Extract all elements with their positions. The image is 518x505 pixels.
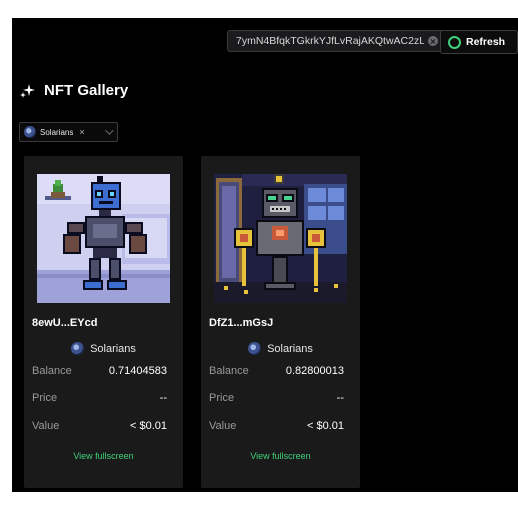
collection-name: Solarians	[90, 342, 136, 355]
balance-value: 0.82800013	[285, 365, 344, 377]
collection-name: Solarians	[267, 342, 313, 355]
refresh-button[interactable]: Refresh	[440, 30, 518, 54]
value-amount: < $0.01	[306, 420, 344, 432]
sparkle-icon	[20, 83, 36, 99]
price-label: Price	[32, 392, 58, 404]
page-title: NFT Gallery	[44, 82, 129, 99]
refresh-label: Refresh	[466, 36, 506, 48]
value-row: Value < $0.01	[32, 420, 167, 432]
app-window: Refresh NFT Gallery Solarians ×	[12, 18, 518, 492]
price-value: --	[159, 392, 167, 404]
balance-row: Balance 0.82800013	[209, 365, 344, 377]
refresh-icon	[448, 35, 461, 49]
nft-card[interactable]: 8ewU...EYcd Solarians Balance 0.71404583…	[24, 156, 183, 488]
collection-row: Solarians	[201, 342, 360, 355]
balance-value: 0.71404583	[108, 365, 167, 377]
page-header: NFT Gallery	[20, 82, 128, 99]
nft-image[interactable]	[214, 174, 347, 303]
price-label: Price	[209, 392, 235, 404]
nft-name: 8ewU...EYcd	[32, 317, 98, 329]
wallet-address-field[interactable]	[227, 30, 445, 52]
wallet-address-input[interactable]	[236, 35, 424, 47]
chevron-down-icon[interactable]	[105, 126, 114, 135]
nft-card[interactable]: DfZ1...mGsJ Solarians Balance 0.82800013…	[201, 156, 360, 488]
solarians-avatar-icon	[24, 126, 36, 138]
value-row: Value < $0.01	[209, 420, 344, 432]
price-row: Price --	[32, 392, 167, 404]
price-value: --	[336, 392, 344, 404]
price-row: Price --	[209, 392, 344, 404]
filter-chip-label: Solarians	[40, 127, 74, 137]
balance-row: Balance 0.71404583	[32, 365, 167, 377]
view-fullscreen-link[interactable]: View fullscreen	[24, 451, 183, 461]
collection-filter-select[interactable]: Solarians ×	[19, 122, 118, 142]
value-label: Value	[209, 420, 237, 432]
balance-label: Balance	[209, 365, 249, 377]
balance-label: Balance	[32, 365, 72, 377]
view-fullscreen-link[interactable]: View fullscreen	[201, 451, 360, 461]
solarians-avatar-icon	[248, 342, 262, 355]
value-label: Value	[32, 420, 60, 432]
clear-icon[interactable]	[428, 36, 438, 46]
solarians-avatar-icon	[71, 342, 85, 355]
nft-name: DfZ1...mGsJ	[209, 317, 274, 329]
value-amount: < $0.01	[129, 420, 167, 432]
nft-image[interactable]	[37, 174, 170, 303]
filter-chip-remove-icon[interactable]: ×	[79, 127, 84, 137]
collection-row: Solarians	[24, 342, 183, 355]
